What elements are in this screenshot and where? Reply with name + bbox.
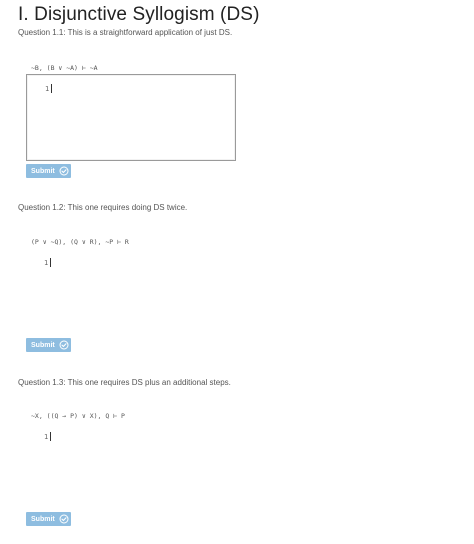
text-cursor [51, 84, 52, 93]
check-circle-icon [59, 514, 69, 524]
premises: (P ∨ ~Q), (Q ∨ R), ~P ⊢ R [31, 238, 129, 246]
submit-button-label: Submit [31, 515, 55, 523]
premises: ~X, ((Q → P) ∨ X), Q ⊢ P [31, 412, 125, 420]
text-cursor [50, 432, 51, 441]
question-label: Question 1.2: This one requires doing DS… [18, 203, 188, 212]
line-number: 1 [44, 433, 49, 441]
proof-editor[interactable]: 1 [26, 423, 236, 510]
check-circle-icon [59, 166, 69, 176]
proof-editor[interactable]: 1 [26, 74, 236, 161]
submit-button[interactable]: Submit [26, 512, 71, 526]
text-cursor [50, 258, 51, 267]
page-title: I. Disjunctive Syllogism (DS) [18, 4, 260, 25]
line-number: 1 [44, 259, 49, 267]
submit-button-label: Submit [31, 167, 55, 175]
submit-button-label: Submit [31, 341, 55, 349]
proof-editor[interactable]: 1 [26, 249, 236, 336]
line-number: 1 [45, 85, 50, 93]
submit-button[interactable]: Submit [26, 338, 71, 352]
question-label: Question 1.1: This is a straightforward … [18, 28, 233, 37]
submit-button[interactable]: Submit [26, 164, 71, 178]
premises: ~B, (B ∨ ~A) ⊢ ~A [31, 64, 98, 72]
question-label: Question 1.3: This one requires DS plus … [18, 378, 231, 387]
check-circle-icon [59, 340, 69, 350]
